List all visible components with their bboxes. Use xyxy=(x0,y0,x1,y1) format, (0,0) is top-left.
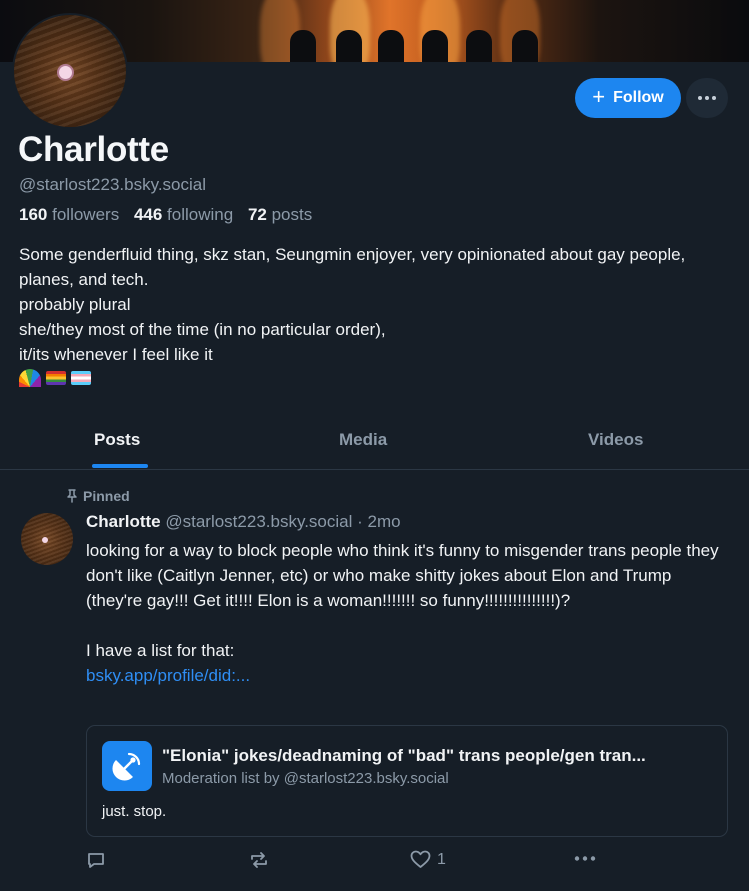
tab-posts[interactable]: Posts xyxy=(94,430,140,450)
ellipsis-icon xyxy=(698,96,716,100)
followers-count: 160 xyxy=(19,205,48,224)
bio-line: she/they most of the time (in no particu… xyxy=(19,320,386,339)
tab-videos[interactable]: Videos xyxy=(588,430,643,450)
plus-icon: + xyxy=(592,84,606,109)
moderation-list-icon xyxy=(102,741,152,791)
active-tab-indicator xyxy=(92,464,148,468)
posts-count: 72 xyxy=(247,205,267,224)
moderation-list-title: "Elonia" jokes/deadnaming of "bad" trans… xyxy=(162,746,646,765)
post-separator: · xyxy=(357,512,363,531)
gay-pride-flag-icon xyxy=(46,371,66,385)
ellipsis-icon xyxy=(574,856,596,861)
posts-stat: 72 posts xyxy=(248,205,312,224)
profile-tabs: Posts Media Videos xyxy=(0,418,749,470)
post-header: Charlotte @starlost223.bsky.social · 2mo xyxy=(86,512,401,532)
pin-icon xyxy=(67,489,77,503)
profile-name: Charlotte xyxy=(18,130,169,169)
profile-bio: Some genderfluid thing, skz stan, Seungm… xyxy=(19,242,734,367)
following-count: 446 xyxy=(133,205,163,224)
pinned-indicator: Pinned xyxy=(66,488,130,504)
repost-icon xyxy=(251,852,267,868)
follow-button-label: Follow xyxy=(613,89,664,106)
trans-flag-icon xyxy=(71,371,91,385)
bio-line: it/its whenever I feel like it xyxy=(19,345,213,364)
reply-icon xyxy=(88,853,104,868)
post-time[interactable]: 2mo xyxy=(368,512,401,531)
post-author-name[interactable]: Charlotte xyxy=(86,512,161,531)
like-count: 1 xyxy=(437,850,446,868)
following-label: following xyxy=(167,205,234,224)
profile-handle: @starlost223.bsky.social xyxy=(19,175,207,194)
repost-button[interactable] xyxy=(248,850,270,870)
moderation-list-card[interactable]: "Elonia" jokes/deadnaming of "bad" trans… xyxy=(86,725,728,837)
more-options-button[interactable] xyxy=(686,78,728,118)
bio-emoji-row xyxy=(19,369,91,387)
moderation-list-subtitle: Moderation list by @starlost223.bsky.soc… xyxy=(162,770,449,787)
post-body: looking for a way to block people who th… xyxy=(86,538,731,688)
reply-button[interactable] xyxy=(86,850,106,870)
followers-label: followers xyxy=(52,205,120,224)
post-paragraph: looking for a way to block people who th… xyxy=(86,541,719,610)
moderation-list-description: just. stop. xyxy=(102,803,167,820)
posts-label: posts xyxy=(271,205,313,224)
followers-link[interactable]: 160 followers xyxy=(19,205,119,224)
tab-media[interactable]: Media xyxy=(339,430,387,450)
post-more-button[interactable] xyxy=(574,856,596,861)
rainbow-icon xyxy=(19,369,41,387)
post-author-handle[interactable]: @starlost223.bsky.social xyxy=(165,512,352,531)
post-paragraph: I have a list for that: xyxy=(86,641,235,660)
heart-icon xyxy=(410,850,431,868)
profile-stats: 160 followers 446 following 72 posts xyxy=(19,205,312,225)
post-actions: 1 xyxy=(86,850,706,874)
bio-line: Some genderfluid thing, skz stan, Seungm… xyxy=(19,245,686,289)
bio-line: probably plural xyxy=(19,295,131,314)
following-link[interactable]: 446 following xyxy=(134,205,233,224)
like-button[interactable]: 1 xyxy=(410,850,446,869)
post-link[interactable]: bsky.app/profile/did:... xyxy=(86,666,250,685)
pinned-label: Pinned xyxy=(83,488,130,504)
follow-button[interactable]: + Follow xyxy=(575,78,681,118)
profile-avatar[interactable] xyxy=(12,13,128,129)
post-author-avatar[interactable] xyxy=(21,513,73,565)
